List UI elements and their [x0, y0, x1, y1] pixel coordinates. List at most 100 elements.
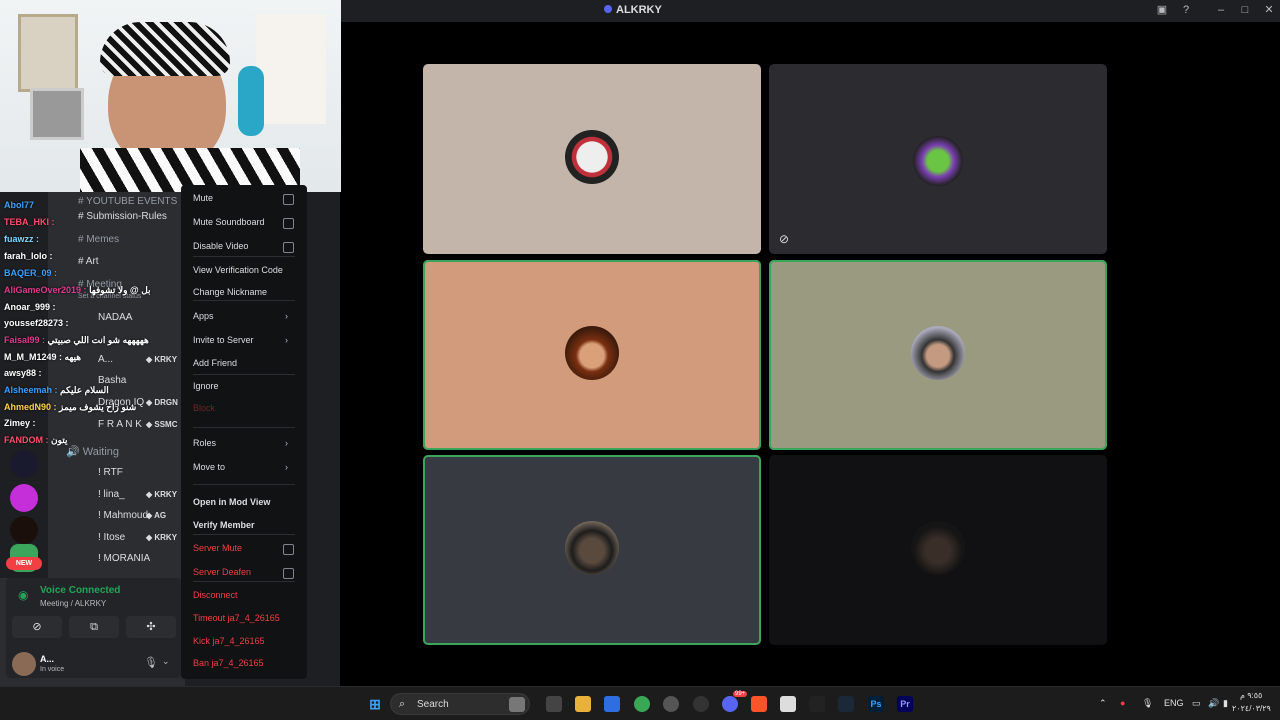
- photoshop-icon[interactable]: Ps: [868, 696, 884, 712]
- network-icon[interactable]: ▭: [1192, 698, 1201, 709]
- checkbox[interactable]: [283, 194, 294, 205]
- microphone-icon[interactable]: 🎙: [144, 656, 158, 669]
- voice-member[interactable]: ! RTF: [98, 467, 123, 478]
- voice-member[interactable]: ! MORANIA: [98, 553, 150, 564]
- video-tile[interactable]: [769, 260, 1107, 450]
- avatar: [911, 326, 965, 380]
- inbox-icon[interactable]: ▣: [1155, 3, 1169, 17]
- menu-item-block[interactable]: Block: [193, 403, 215, 413]
- file-explorer-icon[interactable]: [575, 696, 591, 712]
- server-icon[interactable]: [10, 450, 38, 478]
- voice-channel-waiting[interactable]: 🔊 Waiting: [66, 445, 119, 458]
- discord-icon[interactable]: [722, 696, 738, 712]
- chrome-icon[interactable]: [634, 696, 650, 712]
- chevron-down-icon[interactable]: ⌄: [162, 656, 170, 667]
- menu-item-apps[interactable]: Apps: [193, 311, 214, 321]
- clock-time[interactable]: ٩:٥٥ م: [1240, 691, 1262, 700]
- menu-item-server-deafen[interactable]: Server Deafen: [193, 567, 251, 577]
- video-tile[interactable]: [769, 455, 1107, 645]
- user-context-menu: Mute Mute Soundboard Disable Video View Ver…: [181, 185, 307, 679]
- obs-icon[interactable]: [663, 696, 679, 712]
- checkbox[interactable]: [283, 568, 294, 579]
- steam-icon[interactable]: [838, 696, 854, 712]
- voice-member[interactable]: ! Itose: [98, 532, 125, 543]
- voice-member[interactable]: NADAA: [98, 312, 132, 323]
- search-input[interactable]: ⌕ Search: [390, 693, 530, 715]
- video-tile[interactable]: [423, 64, 761, 254]
- menu-item-verify-member[interactable]: Verify Member: [193, 520, 255, 530]
- menu-item-add-friend[interactable]: Add Friend: [193, 358, 237, 368]
- chat-message: Faisal99 : هههههه شو انت اللي صبيتي: [4, 335, 149, 346]
- channel-item[interactable]: # Submission-Rules: [78, 211, 167, 222]
- menu-separator: [193, 484, 295, 485]
- language-indicator[interactable]: ENG: [1164, 698, 1184, 708]
- clock-date[interactable]: ٢٠٢٤/٠٣/٢٩: [1232, 704, 1271, 713]
- chat-username: AhmedN90 :: [4, 402, 57, 412]
- menu-item-roles[interactable]: Roles: [193, 438, 216, 448]
- menu-item-timeout-ja7-4-26165[interactable]: Timeout ja7_4_26165: [193, 613, 280, 623]
- tray-app-icon[interactable]: ●: [1120, 698, 1125, 708]
- username: A...: [40, 654, 55, 664]
- voice-member[interactable]: F R A N K: [98, 419, 142, 430]
- video-off-button[interactable]: ⊘: [12, 616, 62, 638]
- channel-item[interactable]: # YOUTUBE EVENTS: [78, 196, 177, 207]
- voice-channel-path[interactable]: Meeting / ALKRKY: [40, 599, 106, 608]
- chevron-up-icon[interactable]: ⌃: [1099, 698, 1107, 709]
- menu-item-mute[interactable]: Mute: [193, 193, 213, 203]
- menu-item-change-nickname[interactable]: Change Nickname: [193, 287, 267, 297]
- checkbox[interactable]: [283, 218, 294, 229]
- menu-item-move-to[interactable]: Move to: [193, 462, 225, 472]
- menu-item-view-verification-code[interactable]: View Verification Code: [193, 265, 283, 275]
- notepad-icon[interactable]: [780, 696, 796, 712]
- checkbox[interactable]: [283, 242, 294, 253]
- server-icon: [604, 5, 612, 13]
- battery-icon[interactable]: ▮: [1223, 698, 1228, 709]
- close-icon[interactable]: ✕: [1262, 3, 1276, 17]
- server-icon[interactable]: [10, 516, 38, 544]
- voice-status: Voice Connected: [40, 585, 121, 596]
- server-icon[interactable]: [10, 484, 38, 512]
- menu-item-server-mute[interactable]: Server Mute: [193, 543, 242, 553]
- screen-share-button[interactable]: ⧉: [69, 616, 119, 638]
- voice-member[interactable]: A...: [98, 354, 113, 365]
- member-tag: ◆ KRKY: [146, 533, 178, 542]
- help-icon[interactable]: ?: [1179, 3, 1193, 17]
- menu-item-ignore[interactable]: Ignore: [193, 381, 219, 391]
- voice-member[interactable]: ! lina_: [98, 489, 125, 500]
- menu-item-disable-video[interactable]: Disable Video: [193, 241, 248, 251]
- maximize-icon[interactable]: □: [1238, 3, 1252, 17]
- app-icon[interactable]: [809, 696, 825, 712]
- volume-icon[interactable]: 🔊: [1208, 698, 1219, 709]
- steam-helper-icon[interactable]: [693, 696, 709, 712]
- brave-icon[interactable]: [751, 696, 767, 712]
- menu-item-invite-to-server[interactable]: Invite to Server: [193, 335, 254, 345]
- chat-username: Zimey :: [4, 418, 36, 428]
- menu-item-kick-ja7-4-26165[interactable]: Kick ja7_4_26165: [193, 636, 265, 646]
- microphone-icon[interactable]: 🎙: [1142, 698, 1153, 709]
- menu-item-open-in-mod-view[interactable]: Open in Mod View: [193, 497, 270, 507]
- task-view-icon[interactable]: [546, 696, 562, 712]
- menu-item-disconnect[interactable]: Disconnect: [193, 590, 238, 600]
- menu-item-ban-ja7-4-26165[interactable]: Ban ja7_4_26165: [193, 658, 264, 668]
- chat-username: Anoar_999 :: [4, 302, 56, 312]
- chat-message: fuawzz :: [4, 234, 39, 244]
- minimize-icon[interactable]: –: [1214, 3, 1228, 17]
- channel-item[interactable]: # Art: [78, 256, 99, 267]
- avatar[interactable]: [12, 652, 36, 676]
- chat-text: شنو راح يشوف ميمز: [56, 402, 137, 412]
- activities-button[interactable]: ✣: [126, 616, 176, 638]
- voice-member[interactable]: ! Mahmoud.: [98, 510, 151, 521]
- checkbox[interactable]: [283, 544, 294, 555]
- store-icon[interactable]: [604, 696, 620, 712]
- start-icon[interactable]: ⊞: [367, 696, 383, 712]
- channel-item[interactable]: # Memes: [78, 234, 119, 245]
- video-tile[interactable]: [423, 455, 761, 645]
- video-tile[interactable]: [423, 260, 761, 450]
- chat-text: هههههه شو انت اللي صبيتي: [45, 335, 149, 345]
- user-status: In voice: [40, 666, 65, 673]
- video-tile[interactable]: ⊘: [769, 64, 1107, 254]
- chat-message: youssef28273 :: [4, 318, 69, 328]
- premiere-icon[interactable]: Pr: [897, 696, 913, 712]
- menu-item-mute-soundboard[interactable]: Mute Soundboard: [193, 217, 265, 227]
- chevron-right-icon: ›: [285, 335, 288, 345]
